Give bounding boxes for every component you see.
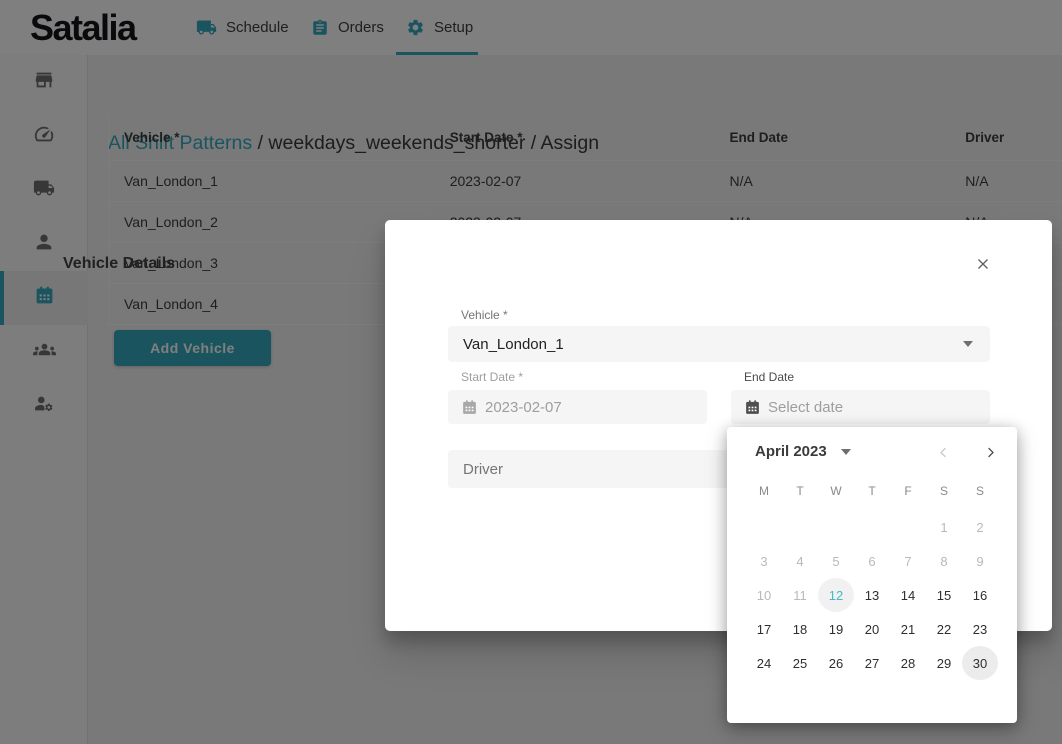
day-cell[interactable]: 19	[818, 612, 854, 646]
weekday-label: T	[782, 484, 818, 498]
previous-month-button	[932, 441, 954, 463]
weekday-header-row: M T W T F S S	[746, 484, 998, 498]
vehicle-select-value: Van_London_1	[448, 336, 564, 353]
end-date-field-label: End Date	[744, 370, 794, 384]
day-cell[interactable]: 12	[818, 578, 854, 612]
day-cell[interactable]: 23	[962, 612, 998, 646]
day-cell[interactable]: 28	[890, 646, 926, 680]
day-cell[interactable]: 13	[854, 578, 890, 612]
day-cell: 9	[962, 544, 998, 578]
day-cell[interactable]: 25	[782, 646, 818, 680]
weekday-label: F	[890, 484, 926, 498]
chevron-down-icon	[963, 341, 973, 347]
chevron-down-icon	[841, 449, 851, 455]
end-date-placeholder: Select date	[761, 399, 843, 416]
month-year-label: April 2023	[755, 443, 827, 460]
day-cell[interactable]: 20	[854, 612, 890, 646]
day-cell[interactable]: 17	[746, 612, 782, 646]
weekday-label: W	[818, 484, 854, 498]
next-month-button[interactable]	[979, 441, 1001, 463]
start-date-input: 2023-02-07	[448, 390, 707, 424]
modal-title: Vehicle Details	[63, 255, 175, 273]
day-cell: 8	[926, 544, 962, 578]
day-cell[interactable]: 15	[926, 578, 962, 612]
day-cell: 11	[782, 578, 818, 612]
day-cell[interactable]: 14	[890, 578, 926, 612]
day-cell[interactable]: 29	[926, 646, 962, 680]
day-cell	[746, 510, 782, 544]
day-cell[interactable]: 18	[782, 612, 818, 646]
date-picker-popup: April 2023 M T W T F S S 1 2 3 4 5 6 7 8…	[727, 427, 1017, 723]
day-cell: 4	[782, 544, 818, 578]
day-cell: 5	[818, 544, 854, 578]
weekday-label: S	[962, 484, 998, 498]
calendar-icon	[461, 399, 478, 416]
day-cell[interactable]: 16	[962, 578, 998, 612]
day-cell	[818, 510, 854, 544]
close-icon[interactable]	[973, 254, 993, 274]
vehicle-field-label: Vehicle *	[461, 308, 508, 322]
day-cell[interactable]: 22	[926, 612, 962, 646]
weekday-label: M	[746, 484, 782, 498]
day-cell: 3	[746, 544, 782, 578]
day-cell[interactable]: 24	[746, 646, 782, 680]
day-cell[interactable]: 30	[962, 646, 998, 680]
day-cell	[890, 510, 926, 544]
day-cell: 6	[854, 544, 890, 578]
weekday-label: S	[926, 484, 962, 498]
end-date-input[interactable]: Select date	[731, 390, 990, 424]
day-cell[interactable]: 27	[854, 646, 890, 680]
day-cell: 10	[746, 578, 782, 612]
day-cell: 1	[926, 510, 962, 544]
calendar-icon	[744, 399, 761, 416]
day-cell	[782, 510, 818, 544]
calendar-grid: 1 2 3 4 5 6 7 8 9 10 11 12 13 14 15 16 1…	[746, 510, 998, 680]
weekday-label: T	[854, 484, 890, 498]
day-cell: 2	[962, 510, 998, 544]
day-cell: 7	[890, 544, 926, 578]
month-year-selector[interactable]: April 2023	[755, 443, 851, 460]
start-date-field-label: Start Date *	[461, 370, 523, 384]
start-date-value: 2023-02-07	[478, 399, 562, 416]
day-cell[interactable]: 21	[890, 612, 926, 646]
vehicle-select[interactable]: Van_London_1	[448, 326, 990, 362]
day-cell[interactable]: 26	[818, 646, 854, 680]
driver-placeholder: Driver	[448, 461, 503, 478]
day-cell	[854, 510, 890, 544]
